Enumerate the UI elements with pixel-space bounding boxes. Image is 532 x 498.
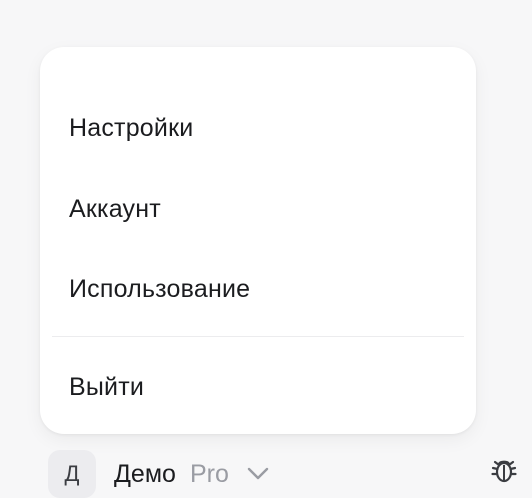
menu-item-account[interactable]: Аккаунт — [52, 178, 464, 240]
user-switcher[interactable]: Д Демо Pro — [48, 450, 269, 498]
menu-item-logout[interactable]: Выйти — [52, 356, 464, 418]
menu-divider — [52, 336, 464, 337]
menu-item-label: Использование — [69, 274, 251, 303]
chevron-down-icon[interactable] — [247, 467, 269, 481]
menu-item-label: Настройки — [69, 113, 194, 142]
menu-item-label: Выйти — [69, 372, 145, 401]
plan-badge: Pro — [189, 459, 229, 488]
menu-item-settings[interactable]: Настройки — [52, 97, 464, 159]
menu-item-label: Аккаунт — [69, 194, 161, 223]
avatar: Д — [48, 450, 96, 498]
user-name: Демо — [114, 459, 176, 488]
menu-item-usage[interactable]: Использование — [52, 258, 464, 320]
avatar-letter: Д — [64, 461, 80, 486]
account-menu: Настройки Аккаунт Использование Выйти — [40, 47, 476, 434]
